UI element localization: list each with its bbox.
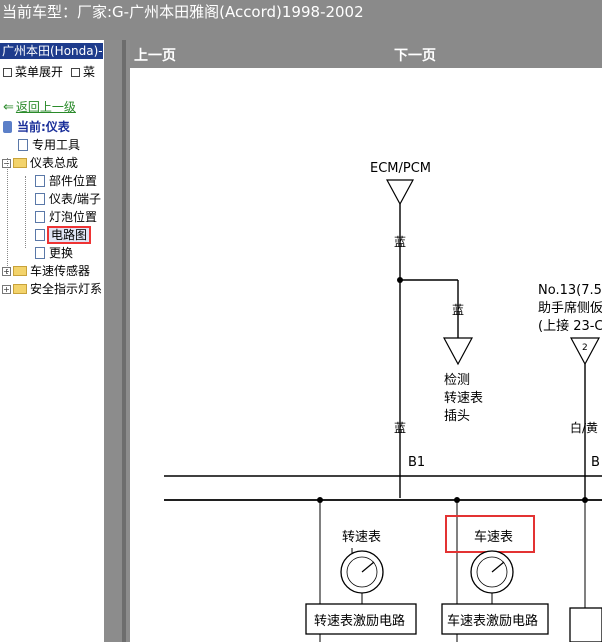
folder-open-icon: [13, 158, 27, 168]
tree-item-replace[interactable]: 更换: [35, 244, 73, 262]
device-icon: [3, 121, 12, 133]
speedo-drive-label: 车速表激励电路: [447, 613, 538, 629]
tree-item-gauge-assembly[interactable]: − 仪表总成: [2, 154, 78, 172]
detect-label-1: 检测: [444, 373, 470, 388]
folder-icon: [13, 266, 27, 276]
circuit-diagram: ECM/PCM 蓝 蓝 检测 转速表 插头 蓝 B1 No.13(7.5 助手席…: [164, 161, 602, 642]
fuse-label-3: (上接 23-C: [538, 318, 602, 334]
checkbox-icon: [71, 67, 81, 77]
window-title-bar: 当前车型：厂家:G-广州本田雅阁(Accord)1998-2002: [0, 0, 602, 40]
tree-item-speed-sensor[interactable]: + 车速传感器: [2, 262, 90, 280]
folder-icon: [13, 284, 27, 294]
b1-terminal-label: B1: [408, 455, 425, 470]
document-icon: [35, 175, 45, 187]
menu-controls: 菜单展开 菜: [0, 64, 104, 80]
prev-page-link[interactable]: 上一页: [134, 45, 176, 65]
tree-item-bulb-location[interactable]: 灯泡位置: [35, 208, 97, 226]
document-icon: [18, 139, 28, 151]
tree-item-circuit-diagram[interactable]: 电路图: [35, 226, 92, 244]
document-icon: [35, 193, 45, 205]
tachometer-label: 转速表: [342, 530, 381, 545]
tree-item-gauge-terminal[interactable]: 仪表/端子: [35, 190, 101, 208]
page-nav-bar: 上一页 下一页: [130, 40, 602, 68]
document-icon: [35, 211, 45, 223]
ecm-connector-triangle: [385, 179, 415, 206]
b-terminal-label: B: [591, 455, 600, 470]
current-node: 当前:仪表: [3, 118, 70, 136]
tree-item-component-location[interactable]: 部件位置: [35, 172, 97, 190]
detect-label-2: 转速表: [444, 391, 483, 406]
checkbox-icon: [3, 67, 12, 77]
fuse-pin-number: 2: [582, 343, 588, 353]
next-page-link[interactable]: 下一页: [394, 45, 436, 65]
tree-guide: [25, 176, 26, 248]
blue-wire-label-3: 蓝: [394, 421, 406, 435]
tree-item-safety-indicator[interactable]: + 安全指示灯系: [2, 280, 102, 298]
blue-wire-label-2: 蓝: [452, 303, 464, 317]
detect-label-3: 插头: [444, 409, 470, 424]
back-link[interactable]: ⇐ 返回上一级: [3, 98, 76, 116]
expand-menu-link[interactable]: 菜单展开: [15, 65, 63, 79]
blue-wire-label-1: 蓝: [394, 235, 406, 249]
expand-icon[interactable]: +: [2, 285, 11, 294]
brand-dropdown[interactable]: 广州本田(Honda)-: [0, 43, 103, 59]
detect-connector-triangle: [442, 337, 474, 366]
white-yellow-label: 白/黄: [570, 420, 598, 435]
collapse-menu-link[interactable]: 菜: [83, 65, 95, 79]
expand-icon[interactable]: +: [2, 267, 11, 276]
pane-splitter[interactable]: [104, 40, 130, 642]
collapse-icon[interactable]: −: [2, 159, 11, 168]
document-icon: [35, 247, 45, 259]
fuse-label-1: No.13(7.5: [538, 283, 602, 298]
fuse-label-2: 助手席侧仮: [538, 300, 602, 316]
speedometer-label: 车速表: [474, 529, 513, 545]
back-arrow-icon: ⇐: [3, 100, 14, 115]
sidebar: 广州本田(Honda)- 菜单展开菜 ⇐ 返回上一级 当前:仪表 专用工具 − 仪表…: [0, 40, 104, 642]
tach-drive-label: 转速表激励电路: [314, 613, 405, 629]
vehicle-title: 当前车型：厂家:G-广州本田雅阁(Accord)1998-2002: [2, 3, 364, 21]
ecm-pcm-label: ECM/PCM: [370, 161, 431, 176]
splitter-grip: [122, 40, 126, 642]
document-icon: [35, 229, 45, 241]
tree-guide: [7, 158, 8, 274]
tree-item-special-tools[interactable]: 专用工具: [18, 136, 80, 154]
ign-box: [569, 607, 602, 642]
